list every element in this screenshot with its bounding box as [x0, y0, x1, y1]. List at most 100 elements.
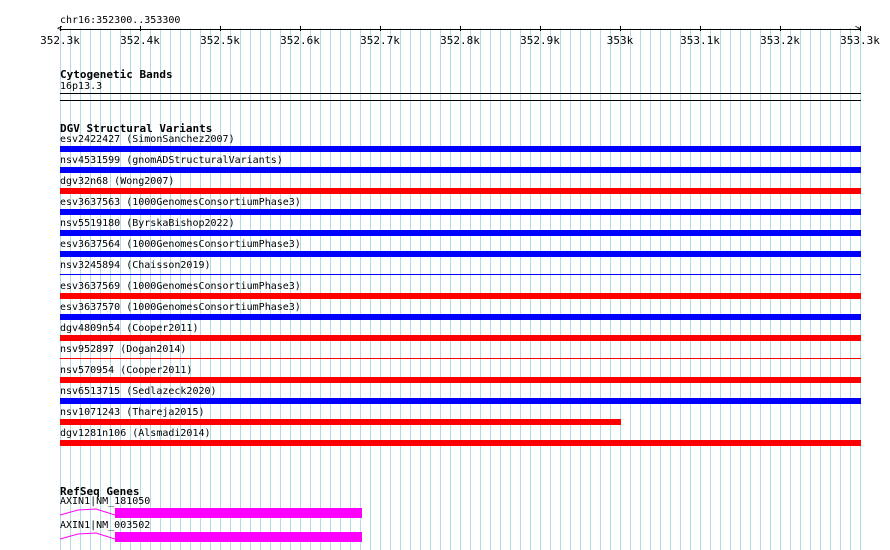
grid-line [850, 28, 851, 550]
dgv-variant-bar[interactable] [60, 209, 861, 215]
grid-line [790, 28, 791, 550]
dgv-variant-label[interactable]: dgv1281n106 (Alsmadi2014) [60, 428, 211, 440]
grid-line [480, 28, 481, 550]
ruler-tick-label: 353.1k [680, 34, 720, 47]
dgv-variant-label[interactable]: nsv4531599 (gnomADStructuralVariants) [60, 155, 283, 167]
dgv-variant-bar[interactable] [60, 335, 861, 341]
ruler-tick [620, 26, 621, 31]
ruler-tick [140, 26, 141, 31]
dgv-variant-label[interactable]: nsv952897 (Dogan2014) [60, 344, 186, 356]
grid-line [350, 28, 351, 550]
dgv-variant-label[interactable]: esv3637563 (1000GenomesConsortiumPhase3) [60, 197, 301, 209]
grid-line [380, 28, 381, 550]
grid-line [560, 28, 561, 550]
ruler-tick-label: 353.2k [760, 34, 800, 47]
dgv-variant-bar[interactable] [60, 419, 621, 425]
dgv-variant-bar[interactable] [60, 377, 861, 383]
grid-line [450, 28, 451, 550]
refseq-exon[interactable] [115, 508, 362, 518]
grid-line [610, 28, 611, 550]
grid-line [540, 28, 541, 550]
ruler-tick-label: 352.4k [120, 34, 160, 47]
dgv-variant-label[interactable]: nsv570954 (Cooper2011) [60, 365, 192, 377]
grid-line [460, 28, 461, 550]
grid-line [840, 28, 841, 550]
dgv-variant-bar[interactable] [60, 146, 861, 152]
dgv-variant-label[interactable]: nsv1071243 (Thareja2015) [60, 407, 205, 419]
intron-line [59, 532, 116, 540]
grid-line [550, 28, 551, 550]
track-divider [60, 100, 861, 101]
grid-line [660, 28, 661, 550]
grid-line [730, 28, 731, 550]
dgv-variant-bar[interactable] [60, 251, 861, 257]
grid-line [470, 28, 471, 550]
grid-line [580, 28, 581, 550]
refseq-exon[interactable] [115, 532, 362, 542]
grid-line [650, 28, 651, 550]
dgv-variant-label[interactable]: esv3637564 (1000GenomesConsortiumPhase3) [60, 239, 301, 251]
dgv-variant-label[interactable]: nsv5519180 (ByrskaBishop2022) [60, 218, 235, 230]
grid-line [810, 28, 811, 550]
dgv-variant-bar[interactable] [60, 167, 861, 173]
ruler-tick-label: 352.8k [440, 34, 480, 47]
grid-line [750, 28, 751, 550]
grid-line [360, 28, 361, 550]
grid-line [370, 28, 371, 550]
dgv-variant-bar[interactable] [60, 358, 861, 359]
dgv-variant-bar[interactable] [60, 230, 861, 236]
ruler-tick [460, 26, 461, 31]
dgv-variant-bar[interactable] [60, 314, 861, 320]
grid-line [710, 28, 711, 550]
grid-line [770, 28, 771, 550]
grid-line [860, 28, 861, 550]
grid-line [740, 28, 741, 550]
ruler-tick-label: 353.3k [840, 34, 880, 47]
dgv-variant-label[interactable]: esv2422427 (SimonSanchez2007) [60, 134, 235, 146]
cytoband-bar [60, 93, 861, 94]
grid-line [430, 28, 431, 550]
dgv-variant-bar[interactable] [60, 293, 861, 299]
dgv-variant-bar[interactable] [60, 274, 861, 275]
grid-line [720, 28, 721, 550]
grid-line [640, 28, 641, 550]
grid-line [590, 28, 591, 550]
ruler-tick-label: 353k [606, 34, 634, 47]
dgv-variant-bar[interactable] [60, 398, 861, 404]
grid-line [490, 28, 491, 550]
grid-line [830, 28, 831, 550]
dgv-variant-bar[interactable] [60, 188, 861, 194]
grid-line [410, 28, 411, 550]
grid-line [630, 28, 631, 550]
ruler-tick-label: 352.7k [360, 34, 400, 47]
ruler-tick-label: 352.5k [200, 34, 240, 47]
grid-line [620, 28, 621, 550]
grid-line [530, 28, 531, 550]
grid-line [670, 28, 671, 550]
dgv-variant-label[interactable]: esv3637569 (1000GenomesConsortiumPhase3) [60, 281, 301, 293]
ruler-grid [0, 0, 890, 550]
ruler-tick [60, 26, 61, 31]
ruler-tick [540, 26, 541, 31]
ruler-tick [220, 26, 221, 31]
dgv-variant-bar[interactable] [60, 440, 861, 446]
grid-line [700, 28, 701, 550]
dgv-variant-label[interactable]: esv3637570 (1000GenomesConsortiumPhase3) [60, 302, 301, 314]
dgv-variant-label[interactable]: nsv6513715 (Sedlazeck2020) [60, 386, 217, 398]
grid-line [680, 28, 681, 550]
dgv-variant-label[interactable]: dgv32n68 (Wong2007) [60, 176, 174, 188]
grid-line [400, 28, 401, 550]
ruler-tick [300, 26, 301, 31]
ruler-tick [860, 26, 861, 31]
grid-line [820, 28, 821, 550]
grid-line [500, 28, 501, 550]
grid-line [510, 28, 511, 550]
dgv-variant-label[interactable]: dgv4809n54 (Cooper2011) [60, 323, 198, 335]
region-label: chr16:352300..353300 [60, 15, 181, 26]
cytoband-track-title: Cytogenetic Bands [60, 68, 173, 81]
grid-line [390, 28, 391, 550]
grid-line [570, 28, 571, 550]
ruler-tick [700, 26, 701, 31]
dgv-variant-label[interactable]: nsv3245894 (Chaisson2019) [60, 260, 211, 272]
grid-line [310, 28, 311, 550]
